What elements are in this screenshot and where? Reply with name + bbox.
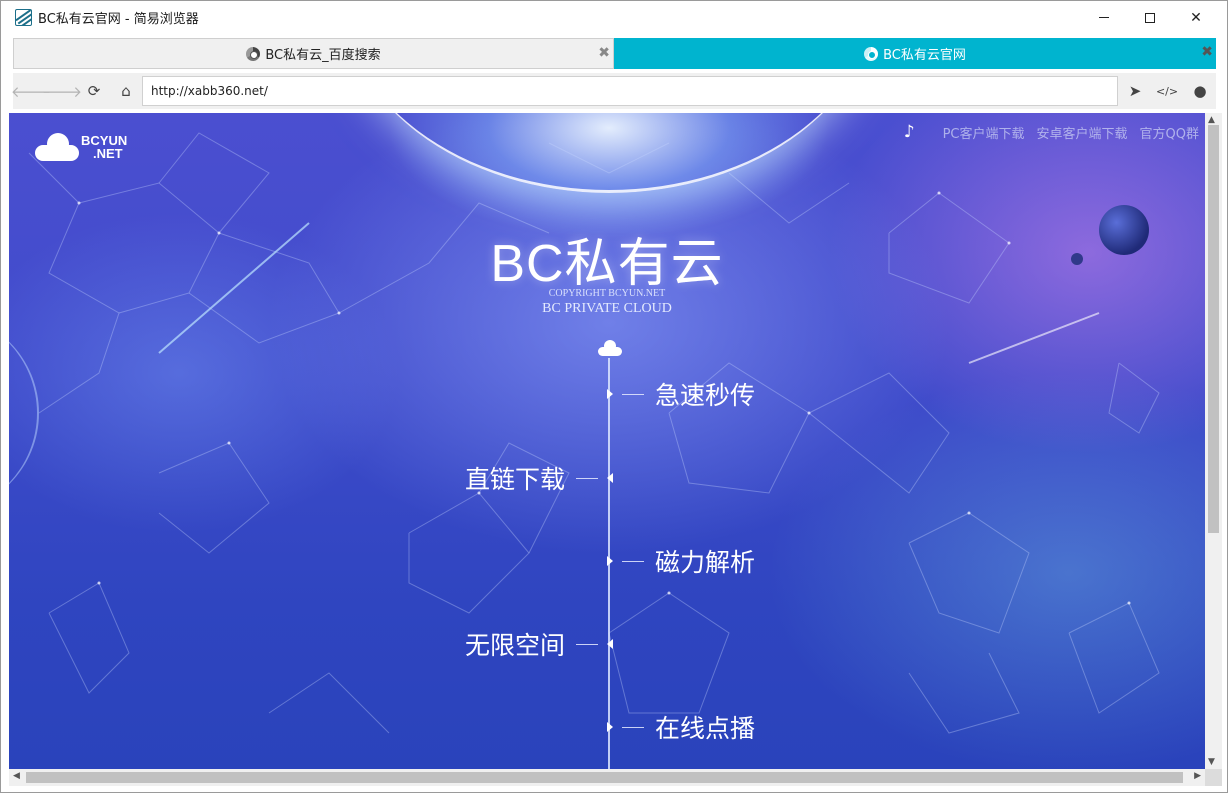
horizontal-scroll-thumb[interactable] bbox=[26, 772, 1183, 783]
scroll-up-icon[interactable]: ▲ bbox=[1208, 115, 1215, 125]
feature-magnet-parse: 磁力解析 bbox=[607, 543, 755, 579]
chrome-icon bbox=[864, 46, 879, 61]
tab-label: BC私有云官网 bbox=[883, 48, 966, 63]
feature-online-playback: 在线点播 bbox=[607, 709, 755, 745]
scroll-down-icon[interactable]: ▼ bbox=[1208, 757, 1215, 767]
site-logo[interactable]: BCYUN .NET bbox=[35, 133, 127, 161]
reload-button[interactable]: ⟳ bbox=[84, 81, 104, 101]
logo-text: BCYUN .NET bbox=[81, 133, 128, 161]
arrow-left-icon bbox=[607, 639, 613, 649]
view-source-button[interactable]: </> bbox=[1155, 81, 1179, 101]
close-window-button[interactable]: ✕ bbox=[1173, 1, 1219, 34]
horizontal-scrollbar[interactable]: ◀ ▶ bbox=[9, 769, 1205, 786]
pc-client-download-link[interactable]: PC客户端下载 bbox=[943, 123, 1025, 142]
scroll-right-icon[interactable]: ▶ bbox=[1194, 771, 1201, 781]
tab-close-icon[interactable]: ✖ bbox=[598, 45, 610, 61]
copyright-text: COPYRIGHT BCYUN.NET bbox=[548, 288, 666, 299]
arrow-right-icon bbox=[607, 389, 613, 399]
feature-label: 直链下载 bbox=[464, 465, 565, 494]
vertical-scroll-thumb[interactable] bbox=[1208, 125, 1219, 533]
feature-label: 急速秒传 bbox=[655, 381, 756, 410]
forward-button[interactable]: 🡒 bbox=[42, 81, 82, 101]
home-button[interactable]: ⌂ bbox=[116, 81, 136, 101]
title-bar: BC私有云官网 - 简易浏览器 ✕ bbox=[1, 1, 1227, 34]
forward-arrow-icon: 🡒 bbox=[41, 82, 83, 101]
address-input[interactable]: http://xabb360.net/ bbox=[142, 76, 1118, 106]
view-source-icon: </> bbox=[1155, 84, 1179, 98]
minimize-button[interactable] bbox=[1081, 1, 1127, 34]
window-title: BC私有云官网 - 简易浏览器 bbox=[38, 12, 199, 27]
arrow-right-icon bbox=[607, 556, 613, 566]
tab-label: BC私有云_百度搜索 bbox=[265, 48, 381, 63]
back-button[interactable]: 🡐 bbox=[11, 81, 51, 101]
maximize-icon bbox=[1145, 12, 1155, 23]
tab-close-icon[interactable]: ✖ bbox=[1201, 44, 1213, 60]
brand-title: BC私有云 bbox=[490, 235, 724, 293]
minimize-icon bbox=[1099, 17, 1109, 18]
tab-baidu-search[interactable]: BC私有云_百度搜索 ✖ bbox=[13, 38, 614, 69]
android-client-download-link[interactable]: 安卓客户端下载 bbox=[1037, 123, 1128, 142]
close-icon: ✕ bbox=[1190, 9, 1202, 26]
feature-instant-upload: 急速秒传 bbox=[607, 376, 755, 412]
tab-bar: BC私有云_百度搜索 ✖ BC私有云官网 ✖ bbox=[13, 38, 1216, 69]
navigation-toolbar: 🡐 🡒 ⟳ ⌂ http://xabb360.net/ ➤ </> ● bbox=[11, 73, 1216, 109]
arrow-left-icon bbox=[607, 473, 613, 483]
feature-label: 磁力解析 bbox=[655, 548, 756, 577]
music-note-icon[interactable]: ♪ bbox=[904, 122, 915, 142]
home-icon: ⌂ bbox=[121, 82, 131, 100]
navigate-icon: ➤ bbox=[1128, 82, 1142, 100]
official-qq-group-link[interactable]: 官方QQ群 bbox=[1140, 123, 1199, 142]
feature-direct-download: 直链下载 bbox=[465, 460, 613, 496]
cloud-logo-icon bbox=[35, 133, 79, 161]
navigate-button[interactable]: ➤ bbox=[1125, 81, 1145, 101]
scrollbar-corner bbox=[1205, 769, 1222, 786]
vertical-scrollbar[interactable]: ▲ ▼ bbox=[1205, 113, 1222, 769]
top-navigation: ♪ PC客户端下载 安卓客户端下载 官方QQ群 bbox=[904, 122, 1199, 142]
tab-bc-official[interactable]: BC私有云官网 ✖ bbox=[614, 38, 1216, 69]
page-viewport: BCYUN .NET ♪ PC客户端下载 安卓客户端下载 官方QQ群 BC私有云… bbox=[9, 113, 1205, 769]
scroll-left-icon[interactable]: ◀ bbox=[13, 771, 20, 781]
brand-subtitle: BC PRIVATE CLOUD bbox=[542, 301, 672, 316]
qq-penguin-icon: ● bbox=[1193, 82, 1207, 100]
maximize-button[interactable] bbox=[1127, 1, 1173, 34]
qq-button[interactable]: ● bbox=[1190, 81, 1210, 101]
timeline-cloud-icon bbox=[598, 340, 622, 356]
browser-window: BC私有云官网 - 简易浏览器 ✕ BC私有云_百度搜索 ✖ BC私有云官网 ✖… bbox=[0, 0, 1228, 793]
arrow-right-icon bbox=[607, 722, 613, 732]
feature-label: 无限空间 bbox=[464, 631, 565, 660]
reload-icon: ⟳ bbox=[87, 82, 101, 100]
chrome-icon bbox=[246, 46, 261, 61]
feature-label: 在线点播 bbox=[655, 714, 756, 743]
feature-unlimited-space: 无限空间 bbox=[465, 626, 613, 662]
constellation-background bbox=[28, 132, 1160, 734]
app-logo-icon bbox=[15, 9, 32, 26]
